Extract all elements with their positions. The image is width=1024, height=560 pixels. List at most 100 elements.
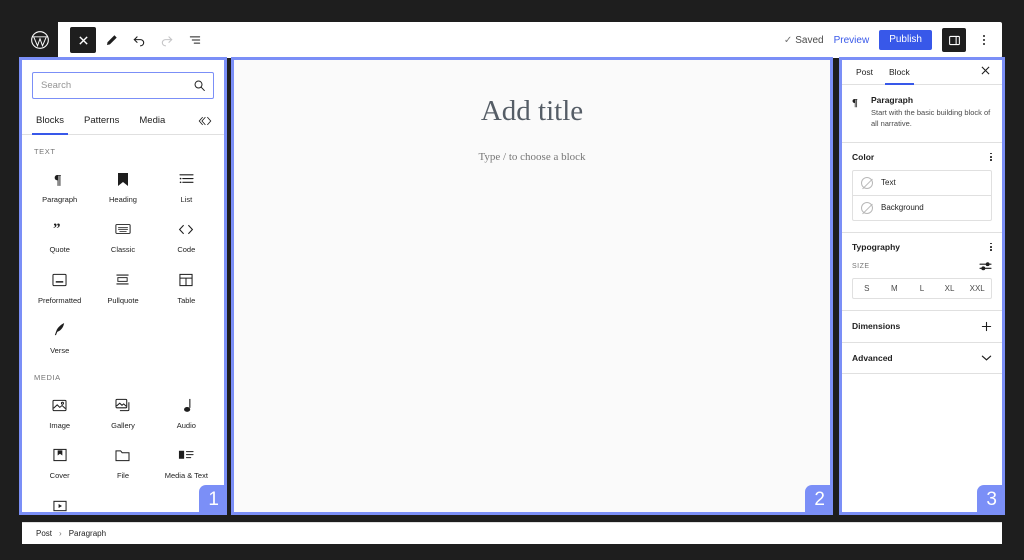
tab-block[interactable]: Block (881, 60, 918, 85)
wordpress-logo-icon[interactable] (22, 22, 58, 58)
block-label: Gallery (111, 421, 135, 430)
advanced-section-title: Advanced (852, 352, 893, 363)
advanced-section[interactable]: Advanced (842, 343, 1002, 374)
block-item-pullquote[interactable]: Pullquote (91, 261, 154, 311)
block-label: Preformatted (37, 295, 82, 305)
block-item-classic[interactable]: Classic (91, 210, 154, 260)
selected-block-info: Paragraph Start with the basic building … (871, 95, 992, 130)
block-item-paragraph[interactable]: ¶ Paragraph (28, 160, 91, 210)
color-section: Color Text Background (842, 143, 1002, 233)
top-bar-actions: ✓ Saved Preview Publish (784, 28, 1002, 52)
block-label: Table (177, 295, 196, 305)
wordpress-editor-window: ✓ Saved Preview Publish Search Blocks Pa… (0, 0, 1024, 560)
saved-label: Saved (795, 34, 824, 46)
breadcrumb-separator: › (59, 529, 62, 538)
search-icon (193, 79, 206, 97)
preview-button[interactable]: Preview (834, 35, 870, 46)
kebab-menu-icon[interactable] (976, 29, 992, 51)
block-label: Heading (109, 195, 137, 204)
block-item-heading[interactable]: Heading (91, 160, 154, 210)
pullquote-icon (115, 272, 130, 288)
typography-section-title: Typography (852, 241, 901, 252)
block-label: Classic (110, 245, 136, 255)
tab-post[interactable]: Post (848, 60, 881, 85)
font-size-xxl[interactable]: XXL (963, 279, 991, 298)
breadcrumb: Post › Paragraph (22, 522, 1002, 544)
post-title-input[interactable]: Add title (234, 94, 830, 129)
plus-icon[interactable] (981, 321, 992, 332)
block-label: Cover (49, 471, 70, 481)
font-size-m[interactable]: M (881, 279, 909, 298)
editor-canvas[interactable]: Add title Type / to choose a block (234, 60, 830, 512)
color-section-title: Color (852, 151, 875, 162)
file-folder-icon (115, 447, 130, 463)
search-box[interactable] (32, 72, 214, 99)
block-item-media-and-text[interactable]: Media & Text (155, 436, 218, 486)
chevron-down-icon[interactable] (981, 354, 992, 362)
font-size-l[interactable]: L (908, 279, 936, 298)
dimensions-section-title: Dimensions (852, 321, 901, 332)
settings-sidebar: Post Block ¶ Paragraph Start with the ba… (842, 60, 1002, 512)
block-label: Pullquote (107, 295, 139, 305)
list-view-icon[interactable] (182, 27, 208, 53)
block-item-video[interactable] (28, 487, 91, 513)
typography-section: Typography SIZE S M L XL XXL (842, 233, 1002, 311)
block-label: Image (49, 421, 71, 430)
block-placeholder-text[interactable]: Type / to choose a block (234, 151, 830, 163)
inserter-tabs: Blocks Patterns Media (22, 107, 224, 135)
breadcrumb-item-post[interactable]: Post (36, 529, 52, 538)
font-size-s[interactable]: S (853, 279, 881, 298)
block-inserter-panel: Blocks Patterns Media TEXT ¶ Paragraph (22, 60, 224, 512)
block-item-audio[interactable]: Audio (155, 386, 218, 436)
inserter-search-wrapper (22, 60, 224, 107)
publish-button[interactable]: Publish (879, 30, 932, 50)
block-item-quote[interactable]: ” Quote (28, 210, 91, 260)
settings-tabs: Post Block (842, 60, 1002, 85)
dimensions-section[interactable]: Dimensions (842, 311, 1002, 343)
block-item-code[interactable]: Code (155, 210, 218, 260)
check-icon: ✓ (783, 34, 793, 46)
list-icon (179, 171, 194, 187)
svg-text:”: ” (53, 222, 61, 236)
tab-media[interactable]: Media (129, 107, 175, 135)
video-icon (53, 498, 67, 513)
undo-arrow-icon[interactable] (126, 27, 152, 53)
toggle-block-inserter-button[interactable] (70, 27, 96, 53)
block-item-image[interactable]: Image (28, 386, 91, 436)
settings-sidebar-toggle-button[interactable] (942, 28, 966, 52)
redo-arrow-icon[interactable] (154, 27, 180, 53)
font-size-row: SIZE (852, 261, 992, 272)
quote-marks-icon: ” (53, 221, 67, 237)
font-size-button-group: S M L XL XXL (852, 277, 992, 299)
color-options-kebab-icon[interactable] (990, 152, 992, 161)
block-item-table[interactable]: Table (155, 261, 218, 311)
block-item-file[interactable]: File (91, 436, 154, 486)
cover-icon (53, 447, 67, 463)
paragraph-pilcrow-icon: ¶ (852, 95, 863, 130)
breadcrumb-item-paragraph[interactable]: Paragraph (69, 529, 106, 538)
color-row-label: Text (881, 178, 896, 188)
color-section-header: Color (852, 152, 992, 162)
block-item-list[interactable]: List (155, 160, 218, 210)
color-row-text[interactable]: Text (853, 171, 991, 195)
settings-sliders-icon[interactable] (979, 261, 992, 272)
reusable-blocks-icon[interactable] (198, 115, 220, 127)
block-label: Media & Text (164, 471, 208, 481)
block-item-cover[interactable]: Cover (28, 436, 91, 486)
color-swatch-none-icon (861, 176, 873, 189)
color-row-background[interactable]: Background (853, 194, 991, 220)
block-item-verse[interactable]: Verse (28, 311, 91, 361)
search-input[interactable] (41, 80, 205, 91)
block-item-preformatted[interactable]: Preformatted (28, 261, 91, 311)
tab-blocks[interactable]: Blocks (26, 107, 74, 135)
block-label: Verse (50, 345, 70, 355)
typography-options-kebab-icon[interactable] (990, 242, 992, 251)
heading-bookmark-icon (117, 171, 129, 187)
tab-patterns[interactable]: Patterns (74, 107, 129, 135)
pencil-icon[interactable] (98, 27, 124, 53)
top-bar-tools (58, 27, 208, 53)
canvas-content: Add title Type / to choose a block (234, 60, 830, 163)
block-item-gallery[interactable]: Gallery (91, 386, 154, 436)
font-size-xl[interactable]: XL (936, 279, 964, 298)
close-icon[interactable] (981, 66, 996, 78)
